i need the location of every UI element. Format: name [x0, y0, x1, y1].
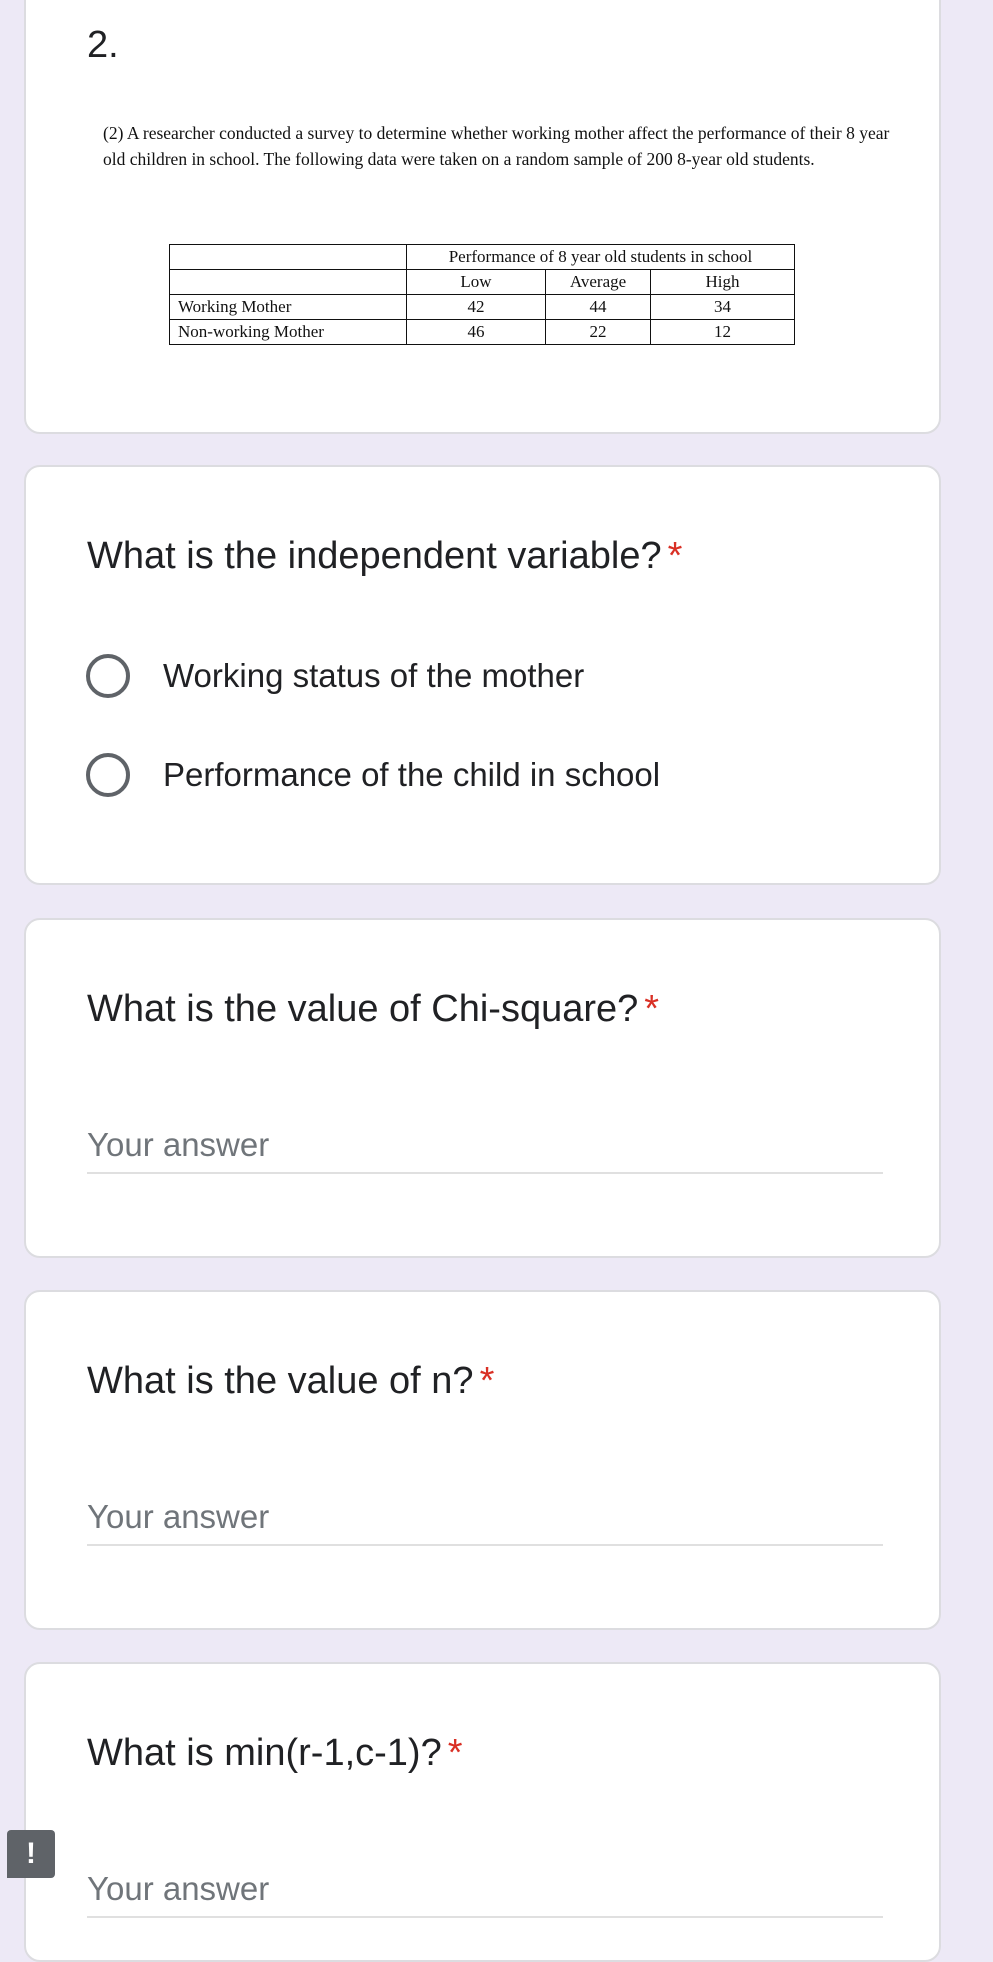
table-cell: 42 — [406, 294, 546, 320]
table-row-label: Working Mother — [169, 294, 407, 320]
option-label: Performance of the child in school — [163, 756, 661, 793]
radio-option-performance[interactable]: Performance of the child in school — [86, 753, 660, 797]
required-asterisk: * — [667, 535, 683, 577]
required-asterisk: * — [479, 1360, 495, 1402]
question-text: What is the independent variable? — [87, 535, 662, 577]
answer-input-min[interactable] — [87, 1862, 883, 1918]
answer-input-n[interactable] — [87, 1490, 883, 1546]
table-column-header: Low — [406, 269, 546, 295]
radio-option-working-status[interactable]: Working status of the mother — [86, 654, 584, 698]
option-label: Working status of the mother — [163, 657, 585, 694]
section-description-card: 2. (2) A researcher conducted a survey t… — [24, 0, 941, 434]
question-card-chi-square: What is the value of Chi-square? * — [24, 918, 941, 1258]
table-cell: 12 — [650, 319, 795, 345]
answer-input-chi-square[interactable] — [87, 1118, 883, 1174]
table-row: Non-working Mother 46 22 12 — [169, 319, 795, 345]
question-card-min: What is min(r-1,c-1)? * — [24, 1662, 941, 1962]
table-group-header: Performance of 8 year old students in sc… — [406, 244, 795, 270]
required-asterisk: * — [447, 1732, 463, 1774]
table-column-row: Low Average High — [169, 269, 795, 295]
section-number: 2. — [87, 24, 119, 66]
table-row-label: Non-working Mother — [169, 319, 407, 345]
radio-button[interactable] — [86, 753, 130, 797]
question-title: What is the independent variable? * — [87, 535, 682, 578]
report-icon: ! — [26, 1837, 36, 1870]
question-card-n: What is the value of n? * — [24, 1290, 941, 1630]
question-title: What is the value of n? * — [87, 1360, 494, 1403]
table-cell: 44 — [545, 294, 651, 320]
table-blank-cell — [169, 269, 407, 295]
radio-button[interactable] — [86, 654, 130, 698]
required-asterisk: * — [644, 988, 660, 1030]
table-corner-cell — [169, 244, 407, 270]
table-cell: 34 — [650, 294, 795, 320]
table-header-row: Performance of 8 year old students in sc… — [169, 244, 795, 270]
report-problem-button[interactable]: ! — [7, 1830, 55, 1878]
table-column-header: Average — [545, 269, 651, 295]
question-title: What is the value of Chi-square? * — [87, 988, 659, 1031]
performance-table: Performance of 8 year old students in sc… — [169, 244, 795, 345]
question-text: What is the value of Chi-square? — [87, 988, 639, 1030]
question-card-independent-variable: What is the independent variable? * Worki… — [24, 465, 941, 885]
question-text: What is min(r-1,c-1)? — [87, 1732, 442, 1774]
problem-paragraph: (2) A researcher conducted a survey to d… — [103, 123, 890, 169]
question-title: What is min(r-1,c-1)? * — [87, 1732, 463, 1775]
table-column-header: High — [650, 269, 795, 295]
table-cell: 22 — [545, 319, 651, 345]
table-row: Working Mother 42 44 34 — [169, 294, 795, 320]
question-text: What is the value of n? — [87, 1360, 474, 1402]
table-cell: 46 — [406, 319, 546, 345]
